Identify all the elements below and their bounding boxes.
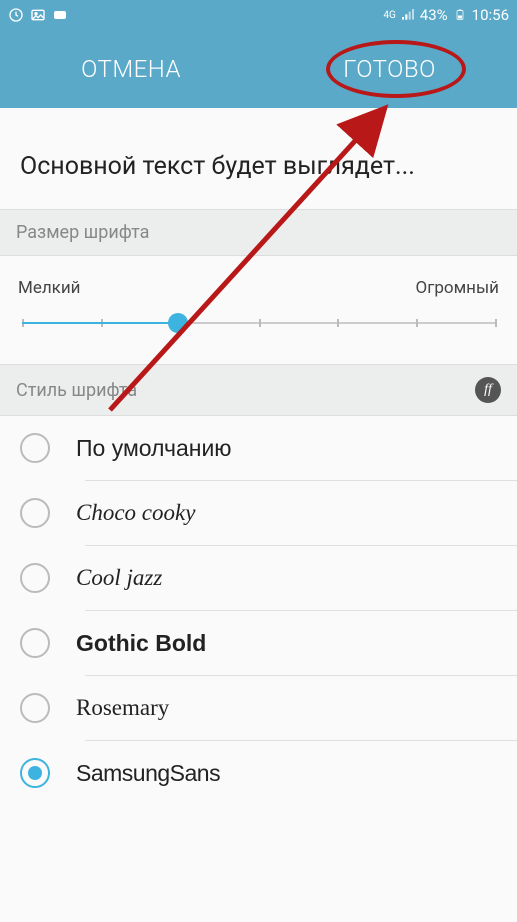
size-min-label: Мелкий (18, 278, 81, 298)
signal-icon (400, 7, 416, 23)
network-type: 4G (383, 10, 395, 21)
font-label: Choco cooky (76, 500, 195, 526)
font-style-header: Стиль шрифта ff (0, 364, 517, 416)
slider-fill (22, 322, 178, 324)
font-size-panel: Мелкий Огромный (0, 256, 517, 364)
keyboard-icon (52, 7, 68, 23)
image-icon (30, 7, 46, 23)
font-option-gothic[interactable]: Gothic Bold (0, 611, 517, 675)
radio-icon (20, 758, 50, 788)
font-style-title: Стиль шрифта (16, 380, 137, 401)
font-label: Gothic Bold (76, 630, 206, 657)
radio-icon (20, 498, 50, 528)
radio-icon (20, 563, 50, 593)
status-right: 4G 43% 10:56 (383, 6, 509, 24)
preview-text: Основной текст будет выглядет... (0, 108, 517, 209)
header: ОТМЕНА ГОТОВО (0, 30, 517, 108)
font-option-default[interactable]: По умолчанию (0, 416, 517, 480)
cancel-button[interactable]: ОТМЕНА (67, 45, 195, 93)
clock-icon (8, 7, 24, 23)
radio-icon (20, 628, 50, 658)
clock-time: 10:56 (472, 6, 509, 24)
font-option-cooljazz[interactable]: Cool jazz (0, 546, 517, 610)
font-list: По умолчанию Choco cooky Cool jazz Gothi… (0, 416, 517, 805)
radio-icon (20, 693, 50, 723)
status-left (8, 7, 68, 23)
status-bar: 4G 43% 10:56 (0, 0, 517, 30)
font-option-choco[interactable]: Choco cooky (0, 481, 517, 545)
battery-icon (452, 7, 468, 23)
font-size-slider[interactable] (22, 322, 495, 324)
battery-percent: 43% (420, 6, 448, 24)
font-label: По умолчанию (76, 435, 232, 462)
done-button[interactable]: ГОТОВО (329, 45, 450, 93)
size-max-label: Огромный (416, 278, 500, 298)
flipfont-icon[interactable]: ff (475, 377, 501, 403)
radio-icon (20, 433, 50, 463)
font-option-samsungsans[interactable]: SamsungSans (0, 741, 517, 805)
slider-thumb[interactable] (168, 313, 188, 333)
font-size-header: Размер шрифта (0, 209, 517, 256)
font-label: Rosemary (76, 695, 169, 721)
font-label: Cool jazz (76, 565, 162, 591)
font-option-rosemary[interactable]: Rosemary (0, 676, 517, 740)
font-label: SamsungSans (76, 760, 220, 787)
font-size-title: Размер шрифта (16, 222, 149, 243)
